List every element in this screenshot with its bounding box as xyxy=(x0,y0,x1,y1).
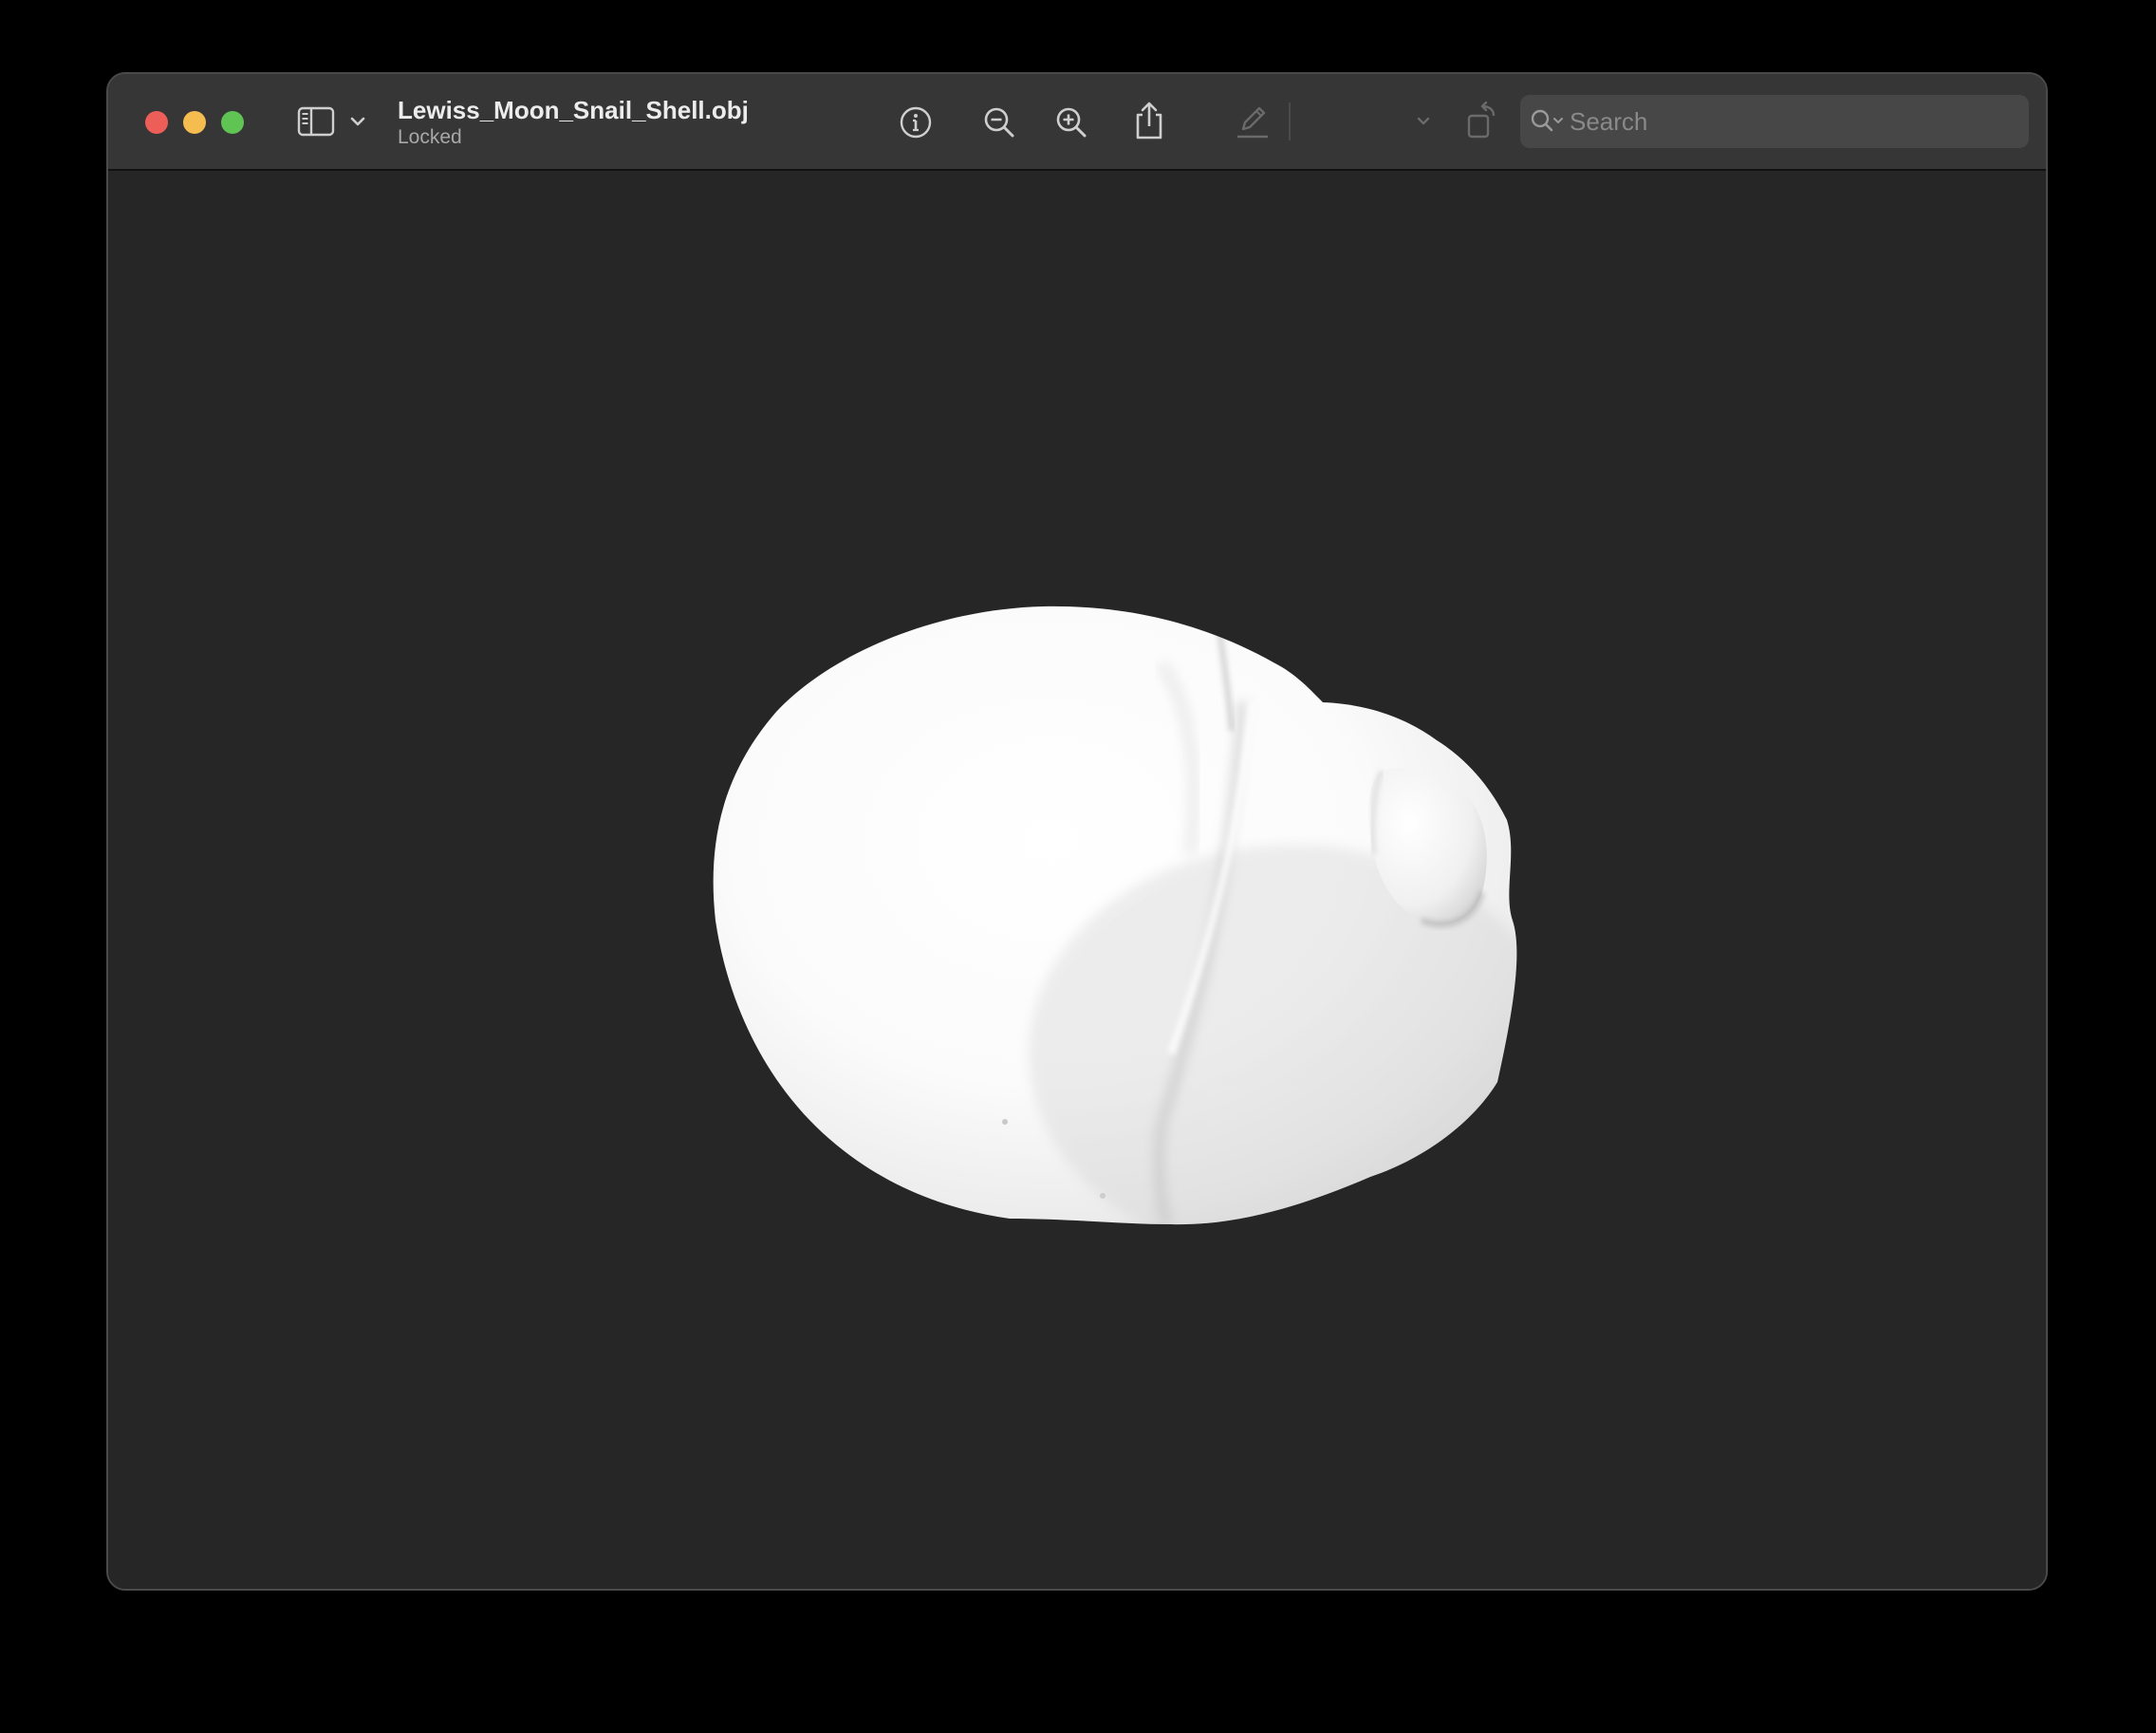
document-title-block[interactable]: Lewiss_Moon_Snail_Shell.obj Locked xyxy=(398,95,749,150)
zoom-window-button[interactable] xyxy=(221,111,244,134)
markup-options-button[interactable] xyxy=(1414,112,1433,131)
chevron-down-icon xyxy=(350,117,365,126)
zoom-in-button[interactable] xyxy=(1053,104,1089,140)
zoom-out-icon xyxy=(984,107,1014,138)
markup-button[interactable] xyxy=(1234,101,1272,142)
zoom-out-button[interactable] xyxy=(981,104,1017,140)
sidebar-options-button[interactable] xyxy=(348,112,367,131)
rotate-button[interactable] xyxy=(1463,99,1501,142)
document-status: Locked xyxy=(398,126,462,148)
info-button[interactable] xyxy=(898,104,934,140)
close-window-button[interactable] xyxy=(145,111,168,134)
sidebar-toggle-icon xyxy=(297,106,335,137)
minimize-window-button[interactable] xyxy=(183,111,206,134)
search-icon xyxy=(1531,109,1563,132)
search-options[interactable] xyxy=(1530,107,1568,140)
title-bar: Lewiss_Moon_Snail_Shell.obj Locked xyxy=(108,74,2046,171)
search-field[interactable] xyxy=(1520,95,2029,148)
chevron-down-icon xyxy=(1417,117,1430,125)
snail-shell-model[interactable] xyxy=(108,171,2046,1589)
sidebar-toggle-button[interactable] xyxy=(296,104,336,139)
markup-pen-icon xyxy=(1237,106,1268,139)
document-title: Lewiss_Moon_Snail_Shell.obj xyxy=(398,96,749,124)
model-viewport[interactable] xyxy=(108,171,2046,1589)
preview-window: Lewiss_Moon_Snail_Shell.obj Locked xyxy=(106,72,2048,1591)
rotate-icon xyxy=(1467,101,1496,139)
search-input[interactable] xyxy=(1570,95,2016,148)
toolbar-divider xyxy=(1289,102,1291,140)
zoom-in-icon xyxy=(1056,107,1087,138)
share-button[interactable] xyxy=(1131,99,1167,142)
info-icon xyxy=(900,106,932,139)
share-icon xyxy=(1136,102,1162,140)
